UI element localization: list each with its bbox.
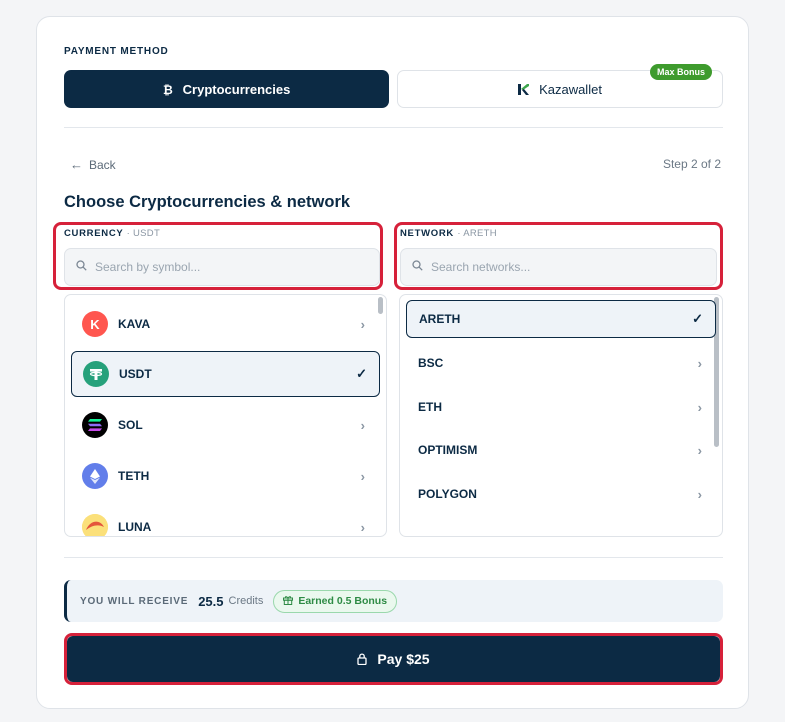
list-item-teth[interactable]: TETH ›	[71, 453, 379, 499]
bonus-text: Earned 0.5 Bonus	[298, 595, 388, 607]
tab-cryptocurrencies-label: Cryptocurrencies	[182, 81, 291, 97]
receive-unit: Credits	[228, 595, 264, 607]
tab-cryptocurrencies[interactable]: ₿ Cryptocurrencies	[64, 70, 389, 108]
solana-icon	[82, 412, 108, 438]
list-item-bsc[interactable]: BSC ›	[406, 344, 716, 382]
currency-symbol: TETH	[118, 469, 150, 483]
bonus-badge: Earned 0.5 Bonus	[273, 589, 398, 613]
list-item-luna[interactable]: LUNA ›	[71, 504, 379, 536]
receive-summary: YOU WILL RECEIVE 25.5 Credits Earned 0.5…	[64, 580, 723, 622]
back-label: Back	[89, 157, 116, 172]
page-title: Choose Cryptocurrencies & network	[64, 193, 351, 211]
bitcoin-icon: ₿	[163, 83, 173, 96]
list-item-sol[interactable]: SOL ›	[71, 402, 379, 448]
currency-label-text: CURRENCY	[64, 228, 124, 239]
currency-symbol: USDT	[119, 367, 152, 381]
list-item-kava[interactable]: K KAVA ›	[71, 301, 379, 347]
receive-amount: 25.5	[198, 593, 224, 609]
currency-symbol: SOL	[118, 418, 143, 432]
divider-top	[64, 127, 723, 128]
checkmark-icon: ✓	[356, 366, 367, 381]
receive-label: YOU WILL RECEIVE	[80, 595, 189, 607]
chevron-right-icon: ›	[360, 468, 365, 484]
max-bonus-badge: Max Bonus	[649, 64, 712, 80]
svg-text:₿: ₿	[163, 83, 173, 96]
back-link[interactable]: ← Back	[70, 157, 116, 172]
network-label: NETWORK · ARETH	[400, 228, 497, 239]
chevron-right-icon: ›	[697, 486, 702, 502]
network-selected-value: · ARETH	[457, 228, 497, 239]
search-icon	[412, 258, 423, 276]
list-item-optimism[interactable]: OPTIMISM ›	[406, 431, 716, 469]
network-search-input[interactable]	[431, 260, 631, 274]
network-list[interactable]: ARETH ✓ BSC › ETH › OPTIMISM › POLYGON ›	[399, 294, 723, 537]
chevron-right-icon: ›	[697, 399, 702, 415]
network-search[interactable]	[400, 248, 717, 286]
currency-selected-value: · USDT	[126, 228, 161, 239]
kava-icon: K	[82, 311, 108, 337]
chevron-right-icon: ›	[360, 519, 365, 535]
list-item-areth[interactable]: ARETH ✓	[406, 300, 716, 338]
ethereum-icon	[82, 463, 108, 489]
gift-icon	[283, 595, 294, 608]
divider-bottom	[64, 557, 723, 558]
chevron-right-icon: ›	[360, 417, 365, 433]
pay-button[interactable]: Pay $25	[67, 636, 720, 682]
list-item-usdt[interactable]: USDT ✓	[71, 351, 380, 397]
tab-kazawallet-label: Kazawallet	[539, 81, 602, 97]
chevron-right-icon: ›	[360, 316, 365, 332]
chevron-right-icon: ›	[697, 442, 702, 458]
luna-icon	[82, 514, 108, 536]
list-item-eth[interactable]: ETH ›	[406, 388, 716, 426]
network-name: OPTIMISM	[418, 443, 478, 457]
step-indicator: Step 2 of 2	[662, 157, 721, 171]
currency-symbol: LUNA	[118, 520, 152, 534]
chevron-right-icon: ›	[697, 355, 702, 371]
network-name: ARETH	[419, 312, 461, 326]
network-name: BSC	[418, 356, 444, 370]
pay-button-label: Pay $25	[377, 651, 430, 667]
currency-symbol: KAVA	[118, 317, 151, 331]
tab-kazawallet[interactable]: Kazawallet Max Bonus	[397, 64, 723, 108]
currency-label: CURRENCY · USDT	[64, 228, 160, 239]
payment-card: PAYMENT METHOD ₿ Cryptocurrencies Kazawa…	[36, 16, 749, 709]
lock-icon	[357, 653, 368, 665]
network-name: POLYGON	[418, 487, 477, 501]
arrow-left-icon: ←	[70, 157, 83, 172]
payment-method-label: PAYMENT METHOD	[64, 46, 169, 57]
tether-icon	[83, 361, 109, 387]
currency-search-input[interactable]	[95, 260, 295, 274]
kazawallet-logo-icon	[518, 83, 530, 95]
list-item-polygon[interactable]: POLYGON ›	[406, 475, 716, 513]
search-icon	[76, 258, 87, 276]
currency-list[interactable]: K KAVA › USDT ✓ SOL › TETH › LUNA ›	[64, 294, 387, 537]
network-name: ETH	[418, 400, 442, 414]
network-label-text: NETWORK	[400, 228, 454, 239]
currency-search[interactable]	[64, 248, 380, 286]
checkmark-icon: ✓	[692, 311, 703, 326]
